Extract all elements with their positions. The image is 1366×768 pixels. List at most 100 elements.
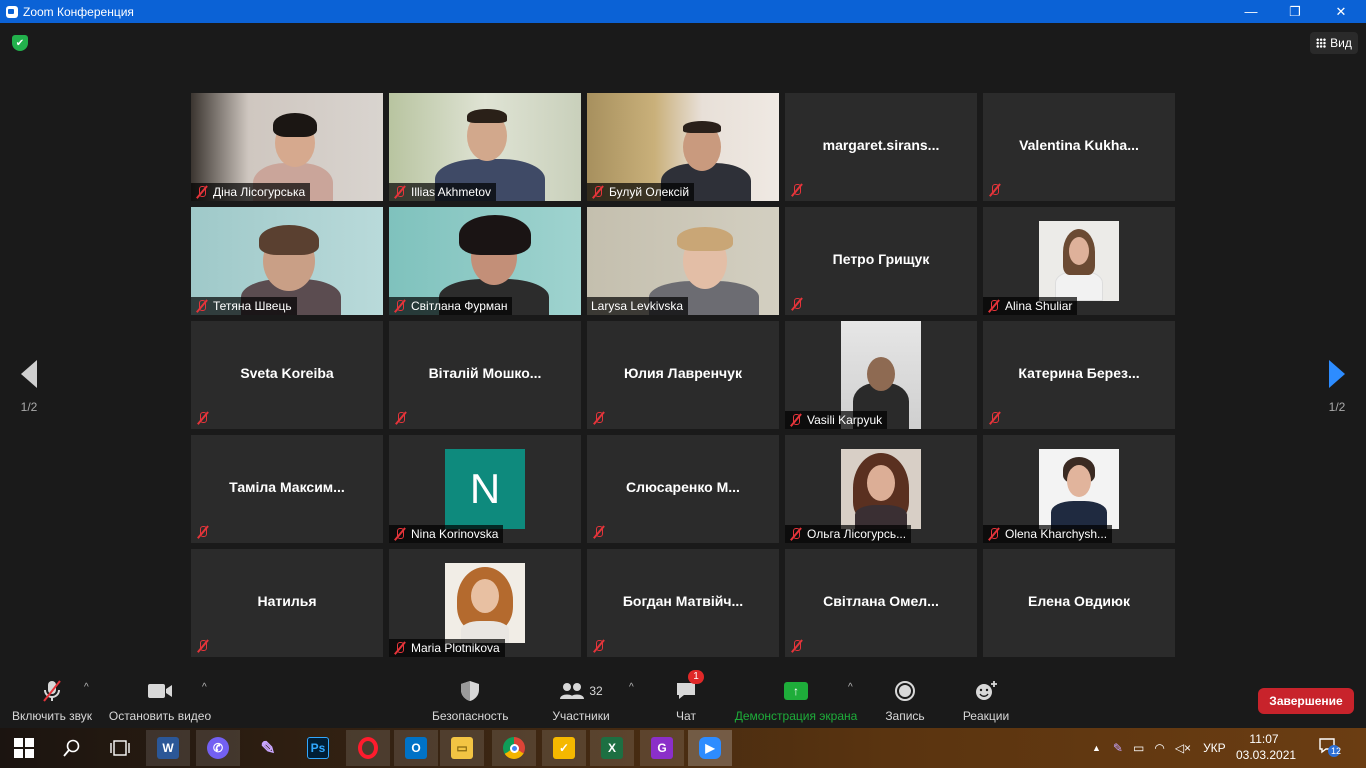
mic-muted-icon [790, 297, 804, 311]
mic-muted-icon [987, 299, 1001, 313]
participant-name: Valentina Kukha... [1019, 137, 1139, 153]
stop-video-button[interactable]: Остановить видео [108, 678, 212, 723]
participant-tile[interactable]: N Nina Korinovska [389, 435, 581, 543]
participant-tile[interactable]: Слюсаренко М... [587, 435, 779, 543]
participant-tile[interactable]: Таміла Максим... [191, 435, 383, 543]
security-shield-icon[interactable]: ✔ [12, 35, 28, 51]
language-indicator[interactable]: УКР [1203, 741, 1226, 755]
participant-name: Натилья [257, 593, 317, 609]
participant-tile[interactable]: Булуй Олексій [587, 93, 779, 201]
participant-tile[interactable]: Діна Лісогурська [191, 93, 383, 201]
search-button[interactable] [50, 730, 94, 766]
taskbar-chrome[interactable] [492, 730, 536, 766]
taskbar-word[interactable]: W [146, 730, 190, 766]
task-view-button[interactable] [98, 730, 142, 766]
participant-tile[interactable]: Віталій Мошко... [389, 321, 581, 429]
profile-photo [1039, 221, 1119, 301]
participant-tile[interactable]: Illias Akhmetov [389, 93, 581, 201]
participant-tile[interactable]: Елена Овдиюк [983, 549, 1175, 657]
taskbar-excel[interactable]: X [590, 730, 634, 766]
participant-tile-active-speaker[interactable]: Larysa Levkivska [587, 207, 779, 315]
chat-label: Чат [676, 709, 696, 723]
tray-feather-icon[interactable]: ✎ [1113, 741, 1123, 755]
participant-tile[interactable]: Натилья [191, 549, 383, 657]
mic-muted-icon [592, 639, 606, 653]
zoom-icon: ▶ [699, 737, 721, 759]
participant-name-label: Illias Akhmetov [389, 183, 497, 201]
participant-tile[interactable]: Maria Plotnikova [389, 549, 581, 657]
participant-name-label: Maria Plotnikova [389, 639, 505, 657]
close-button[interactable]: ✕ [1318, 0, 1364, 23]
notifications-button[interactable]: 12 [1318, 736, 1342, 757]
participant-name-label: Nina Korinovska [389, 525, 504, 543]
participant-tile[interactable]: Olena Kharchysh... [983, 435, 1175, 543]
maximize-button[interactable]: ❐ [1272, 0, 1318, 23]
participant-name-label: Світлана Фурман [389, 297, 513, 315]
participant-name-label: Vasili Karpyuk [785, 411, 888, 429]
video-camera-icon [148, 684, 172, 698]
reactions-button[interactable]: Реакции [962, 678, 1010, 723]
mic-muted-icon [987, 527, 1001, 541]
record-button[interactable]: Запись [884, 678, 926, 723]
participant-tile[interactable]: Петро Грищук [785, 207, 977, 315]
participant-tile[interactable]: Світлана Фурман [389, 207, 581, 315]
participant-name: Богдан Матвійч... [622, 593, 744, 609]
participants-button[interactable]: 32 Участники [550, 678, 612, 723]
taskbar-viber[interactable]: ✆ [196, 730, 240, 766]
participant-tile[interactable]: Sveta Koreiba [191, 321, 383, 429]
chat-unread-badge: 1 [688, 670, 704, 684]
taskbar-file-explorer[interactable]: ▭ [440, 730, 484, 766]
taskbar-tasks-app[interactable]: ✓ [542, 730, 586, 766]
windows-taskbar: W ✆ ✎ Ps O ▭ ✓ X G ▶ ▲ ✎ ▭ ◠ ◁× УКР 11:0… [0, 728, 1366, 768]
taskbar-zoom[interactable]: ▶ [688, 730, 732, 766]
participant-tile[interactable]: Тетяна Швець [191, 207, 383, 315]
participant-tile[interactable]: Катерина Берез... [983, 321, 1175, 429]
participant-tile[interactable]: Юлия Лавренчук [587, 321, 779, 429]
chat-bubble-icon [677, 683, 695, 699]
participant-tile[interactable]: Богдан Матвійч... [587, 549, 779, 657]
clock[interactable]: 11:07 03.03.2021 [1236, 731, 1296, 763]
search-icon [63, 739, 80, 757]
participant-name-label: Діна Лісогурська [191, 183, 311, 201]
unmute-button[interactable]: Включить звук [10, 678, 94, 723]
participant-tile[interactable]: Alina Shuliar [983, 207, 1175, 315]
battery-icon[interactable]: ▭ [1133, 741, 1144, 755]
participant-tile[interactable]: Vasili Karpyuk [785, 321, 977, 429]
mic-muted-icon [393, 527, 407, 541]
view-button[interactable]: Вид [1310, 32, 1358, 54]
participants-options-caret[interactable]: ^ [629, 682, 634, 693]
zoom-app-icon [6, 5, 18, 18]
video-options-caret[interactable]: ^ [202, 682, 207, 693]
start-button[interactable] [2, 730, 46, 766]
tray-expand-icon[interactable]: ▲ [1092, 743, 1101, 753]
participant-tile[interactable]: Світлана Омел... [785, 549, 977, 657]
share-screen-button[interactable]: ↑ Демонстрация экрана [734, 678, 858, 723]
taskbar-photoshop[interactable]: Ps [296, 730, 340, 766]
taskbar-pdf-app[interactable]: G [640, 730, 684, 766]
participant-tile[interactable]: margaret.sirans... [785, 93, 977, 201]
mic-muted-icon [196, 639, 210, 653]
chat-button[interactable]: Чат [672, 678, 700, 723]
share-screen-label: Демонстрация экрана [734, 709, 858, 723]
previous-page-button[interactable]: 1/2 [14, 360, 44, 414]
volume-mute-icon[interactable]: ◁× [1175, 741, 1191, 755]
security-button[interactable]: Безопасность [432, 678, 509, 723]
view-label: Вид [1330, 36, 1352, 50]
arrow-right-icon [1329, 360, 1345, 388]
share-options-caret[interactable]: ^ [848, 682, 853, 693]
notification-count: 12 [1331, 746, 1342, 756]
taskbar-feather-app[interactable]: ✎ [246, 730, 290, 766]
participant-tile[interactable]: Ольга Лісогурсь... [785, 435, 977, 543]
participant-tile[interactable]: Valentina Kukha... [983, 93, 1175, 201]
pdf-app-icon: G [651, 737, 673, 759]
taskbar-outlook[interactable]: O [394, 730, 438, 766]
wifi-icon[interactable]: ◠ [1154, 741, 1164, 755]
record-icon [895, 681, 915, 701]
minimize-button[interactable]: — [1228, 0, 1274, 23]
taskbar-opera[interactable] [346, 730, 390, 766]
audio-options-caret[interactable]: ^ [84, 682, 89, 693]
mic-muted-icon [393, 185, 407, 199]
end-meeting-button[interactable]: Завершение [1258, 688, 1354, 714]
windows-logo-icon [14, 738, 34, 758]
next-page-button[interactable]: 1/2 [1322, 360, 1352, 414]
